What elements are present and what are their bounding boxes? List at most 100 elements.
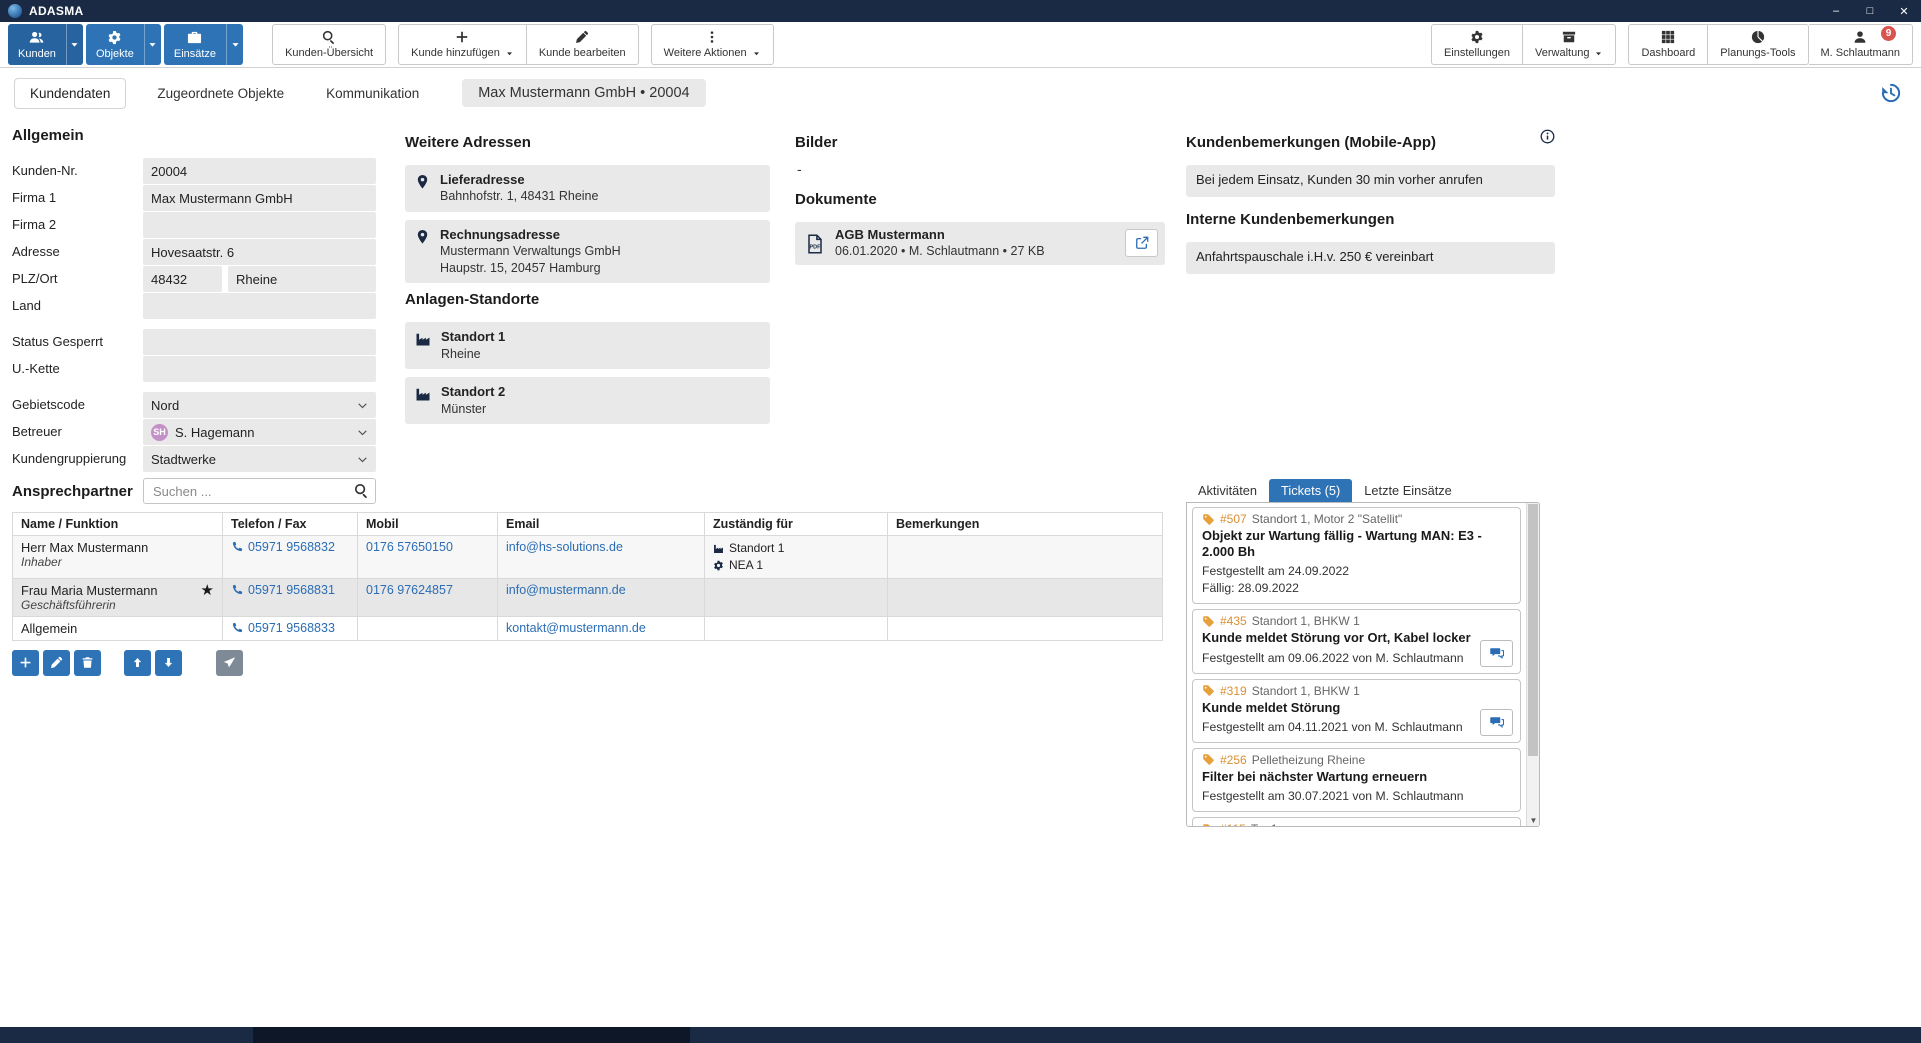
standort-card-1[interactable]: Standort 1 Rheine xyxy=(405,322,770,369)
standort-card-2[interactable]: Standort 2 Münster xyxy=(405,377,770,424)
add-contact-button[interactable] xyxy=(12,650,39,676)
ticket-id: #256 xyxy=(1220,753,1247,767)
ticket-chat-button[interactable] xyxy=(1480,709,1513,736)
tab-tickets[interactable]: Tickets (5) xyxy=(1269,479,1352,502)
objekte-dropdown-toggle[interactable] xyxy=(144,24,161,65)
table-row[interactable]: Frau Maria Mustermann Geschäftsführerin … xyxy=(13,578,1163,616)
chevron-down-icon xyxy=(357,454,368,465)
move-down-button[interactable] xyxy=(155,650,182,676)
kunden-nr-field[interactable] xyxy=(143,158,376,184)
document-name: AGB Mustermann xyxy=(835,227,1045,243)
contact-mobil-link[interactable]: 0176 97624857 xyxy=(366,583,453,597)
firma1-field[interactable] xyxy=(143,185,376,211)
ticket-card[interactable]: #256 Pelletheizung Rheine Filter bei näc… xyxy=(1192,748,1521,812)
objekte-button[interactable]: Objekte xyxy=(86,24,144,65)
minimize-button[interactable]: – xyxy=(1819,0,1853,22)
einsaetze-button[interactable]: Einsätze xyxy=(164,24,226,65)
delete-contact-button[interactable] xyxy=(74,650,101,676)
user-name-label: M. Schlautmann xyxy=(1821,47,1900,59)
address-line: Haupstr. 15, 20457 Hamburg xyxy=(440,261,621,277)
table-row[interactable]: Herr Max Mustermann Inhaber 05971 956883… xyxy=(13,536,1163,579)
ticket-chat-button[interactable] xyxy=(1480,640,1513,667)
contacts-table: Name / Funktion Telefon / Fax Mobil Emai… xyxy=(12,512,1163,641)
contact-search-button[interactable] xyxy=(354,483,369,498)
tab-kommunikation[interactable]: Kommunikation xyxy=(311,79,434,108)
weitere-aktionen-button[interactable]: Weitere Aktionen xyxy=(651,24,774,65)
ticket-card[interactable]: #507 Standort 1, Motor 2 "Satellit" Obje… xyxy=(1192,507,1521,604)
ticket-card[interactable]: #319 Standort 1, BHKW 1 Kunde meldet Stö… xyxy=(1192,679,1521,743)
ticket-card[interactable]: #115 Tor 1 Software der Steuerung muss a… xyxy=(1192,817,1521,826)
contact-email-link[interactable]: kontakt@mustermann.de xyxy=(506,621,646,635)
maximize-button[interactable]: □ xyxy=(1853,0,1887,22)
contact-email-link[interactable]: info@mustermann.de xyxy=(506,583,626,597)
ticket-id: #115 xyxy=(1220,822,1246,826)
kundengruppierung-select[interactable]: Stadtwerke xyxy=(143,446,376,472)
einsaetze-dropdown-toggle[interactable] xyxy=(226,24,243,65)
pie-chart-icon xyxy=(1751,30,1765,44)
map-pin-icon xyxy=(415,174,430,189)
contact-telefon-link[interactable]: 05971 9568831 xyxy=(248,583,335,597)
gebietscode-value: Nord xyxy=(151,398,179,413)
plz-ort-label: PLZ/Ort xyxy=(12,266,143,292)
table-row[interactable]: Allgemein 05971 9568833 kontakt@musterma… xyxy=(13,616,1163,640)
weitere-aktionen-label: Weitere Aktionen xyxy=(664,47,747,59)
contact-telefon-link[interactable]: 05971 9568832 xyxy=(248,540,335,554)
einstellungen-button[interactable]: Einstellungen xyxy=(1431,24,1523,65)
toolbar-right: Einstellungen Verwaltung Dashboard Planu… xyxy=(1431,24,1913,65)
col-email: Email xyxy=(498,513,705,536)
contact-search xyxy=(143,478,376,504)
contact-search-input[interactable] xyxy=(143,478,376,504)
dashboard-button[interactable]: Dashboard xyxy=(1628,24,1708,65)
mobile-bemerkungen-text[interactable]: Bei jedem Einsatz, Kunden 30 min vorher … xyxy=(1186,165,1555,197)
send-message-button[interactable] xyxy=(216,650,243,676)
horizontal-scrollbar[interactable] xyxy=(0,1027,1921,1043)
kunden-dropdown-toggle[interactable] xyxy=(66,24,83,65)
scrollbar-down-arrow[interactable]: ▼ xyxy=(1530,816,1538,825)
gebietscode-select[interactable]: Nord xyxy=(143,392,376,418)
ticket-context: Standort 1, BHKW 1 xyxy=(1252,684,1360,698)
u-kette-field[interactable] xyxy=(143,356,376,382)
move-up-button[interactable] xyxy=(124,650,151,676)
window-controls: – □ ✕ xyxy=(1819,0,1921,22)
adresse-field[interactable] xyxy=(143,239,376,265)
history-button[interactable] xyxy=(1875,77,1907,109)
contact-email-link[interactable]: info@hs-solutions.de xyxy=(506,540,623,554)
verwaltung-button[interactable]: Verwaltung xyxy=(1523,24,1616,65)
scrollbar-thumb[interactable] xyxy=(1528,504,1538,756)
info-button[interactable] xyxy=(1540,129,1555,144)
dashboard-label: Dashboard xyxy=(1641,47,1695,59)
tag-icon xyxy=(1202,823,1215,826)
caret-down-icon xyxy=(230,39,241,50)
horizontal-scrollbar-thumb[interactable] xyxy=(253,1027,690,1043)
firma2-field[interactable] xyxy=(143,212,376,238)
edit-contact-button[interactable] xyxy=(43,650,70,676)
kunde-bearbeiten-button[interactable]: Kunde bearbeiten xyxy=(527,24,639,65)
ticket-card[interactable]: #435 Standort 1, BHKW 1 Kunde meldet Stö… xyxy=(1192,609,1521,673)
user-menu-button[interactable]: 9 M. Schlautmann xyxy=(1809,24,1913,65)
tab-zugeordnete-objekte[interactable]: Zugeordnete Objekte xyxy=(142,79,299,108)
tab-letzte-einsaetze[interactable]: Letzte Einsätze xyxy=(1352,479,1464,502)
tab-aktivitaeten[interactable]: Aktivitäten xyxy=(1186,479,1269,502)
status-gesperrt-field[interactable] xyxy=(143,329,376,355)
ticket-context: Pelletheizung Rheine xyxy=(1252,753,1365,767)
contact-mobil-link[interactable]: 0176 57650150 xyxy=(366,540,453,554)
favorite-star-icon[interactable]: ★ xyxy=(201,583,214,598)
planungs-tools-button[interactable]: Planungs-Tools xyxy=(1708,24,1808,65)
ticket-meta: Festgestellt am 04.11.2021 von M. Schlau… xyxy=(1202,719,1511,736)
tickets-scrollbar[interactable]: ▼ xyxy=(1526,503,1539,826)
open-document-button[interactable] xyxy=(1125,229,1158,257)
contact-telefon-link[interactable]: 05971 9568833 xyxy=(248,621,335,635)
ort-field[interactable] xyxy=(228,266,376,292)
kunde-hinzufuegen-button[interactable]: Kunde hinzufügen xyxy=(398,24,527,65)
interne-bemerkungen-text[interactable]: Anfahrtspauschale i.H.v. 250 € vereinbar… xyxy=(1186,242,1555,274)
land-field[interactable] xyxy=(143,293,376,319)
betreuer-select[interactable]: SH S. Hagemann xyxy=(143,419,376,445)
form-row: Kunden-Nr. xyxy=(12,158,376,184)
tab-kundendaten[interactable]: Kundendaten xyxy=(14,78,126,109)
kunden-uebersicht-button[interactable]: Kunden-Übersicht xyxy=(272,24,386,65)
close-button[interactable]: ✕ xyxy=(1887,0,1921,22)
external-link-icon xyxy=(1135,236,1149,250)
plz-field[interactable] xyxy=(143,266,222,292)
settings-group: Einstellungen Verwaltung xyxy=(1431,24,1617,65)
kunden-button[interactable]: Kunden xyxy=(8,24,66,65)
